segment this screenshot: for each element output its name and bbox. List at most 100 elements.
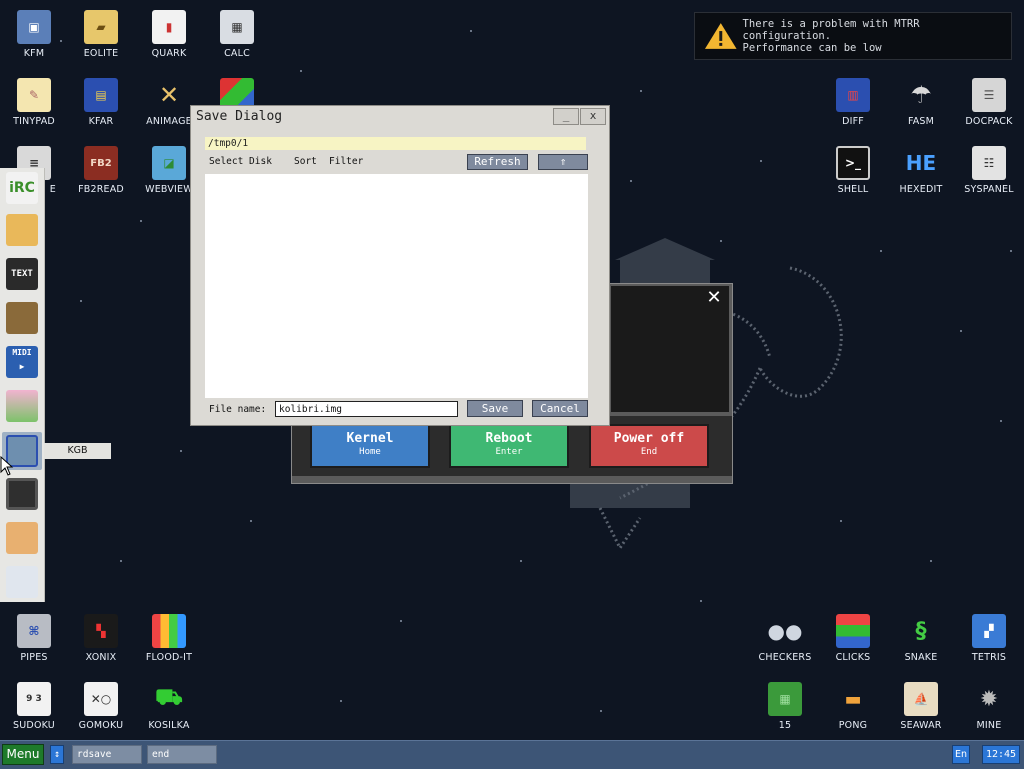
irc-icon[interactable]: iRC <box>6 172 38 204</box>
up-directory-button[interactable]: ⇑ <box>538 154 588 170</box>
close-button[interactable]: x <box>580 108 606 125</box>
desktop-icon-kosilka[interactable]: ⛟ KOSILKA <box>135 682 203 731</box>
desktop-icon-syspanel[interactable]: ☷ SYSPANEL <box>955 146 1023 195</box>
image-icon[interactable] <box>6 390 38 422</box>
flood-icon <box>152 614 186 648</box>
notepad-icon: ✎ <box>17 78 51 112</box>
desktop-icon-diff[interactable]: ▥ DIFF <box>819 78 887 127</box>
desktop-icon-pipes[interactable]: ⌘ PIPES <box>0 614 68 663</box>
diff-icon: ▥ <box>836 78 870 112</box>
mower-icon: ⛟ <box>155 685 183 710</box>
sort-menu[interactable]: Sort <box>294 156 317 167</box>
desktop-icon-kfm[interactable]: ▣ KFM <box>0 10 68 59</box>
menu-button[interactable]: Menu <box>2 744 44 765</box>
notification-line-1: There is a problem with MTRR configurati… <box>742 18 920 42</box>
warning-icon <box>704 23 737 49</box>
filename-label: File name: <box>209 404 267 415</box>
task-end[interactable]: end <box>147 745 217 764</box>
desktop-icon-snake[interactable]: § SNAKE <box>887 614 955 664</box>
pipes-icon: ⌘ <box>17 614 51 648</box>
tetris-icon: ▞ <box>972 614 1006 648</box>
fasm-icon: ☂ <box>910 81 932 109</box>
sudoku-icon: 9 3 <box>17 682 51 716</box>
clicks-icon <box>836 614 870 648</box>
book-icon: FB2 <box>84 146 118 180</box>
shutdown-close-button[interactable]: ✕ <box>704 288 724 308</box>
mine-icon: ✹ <box>979 686 999 712</box>
clock[interactable]: 12:45 <box>982 745 1020 764</box>
desktop-icon-gomoku[interactable]: ✕○ GOMOKU <box>67 682 135 731</box>
desktop-icon-clicks[interactable]: CLICKS <box>819 614 887 663</box>
snake-icon: § <box>915 618 927 644</box>
hex-icon: HE <box>905 151 937 175</box>
folder-icon: ▰ <box>84 10 118 44</box>
path-field[interactable]: /tmp0/1 <box>205 137 586 150</box>
cancel-button[interactable]: Cancel <box>532 400 588 417</box>
task-rdsave[interactable]: rdsave <box>72 745 142 764</box>
cpu-icon[interactable] <box>6 478 38 510</box>
desktop-icon-xonix[interactable]: ▚ XONIX <box>67 614 135 663</box>
kernel-button[interactable]: Kernel Home <box>310 424 430 468</box>
fifteen-icon: ▦ <box>768 682 802 716</box>
reboot-button[interactable]: Reboot Enter <box>449 424 569 468</box>
taskbar: Menu ↕ rdsave end En 12:45 <box>0 740 1024 769</box>
desktop-icon-shell[interactable]: >_ SHELL <box>819 146 887 195</box>
desktop-icon-kfar[interactable]: ▤ KFAR <box>67 78 135 127</box>
seawar-icon: ⛵ <box>904 682 938 716</box>
desktop-icon-mine[interactable]: ✹ MINE <box>955 682 1023 732</box>
terminal-icon: >_ <box>836 146 870 180</box>
minimize-button[interactable]: _ <box>553 108 579 125</box>
file-list[interactable] <box>205 174 588 398</box>
select-disk-menu[interactable]: Select Disk <box>209 156 272 167</box>
save-button[interactable]: Save <box>467 400 523 417</box>
gomoku-icon: ✕○ <box>84 682 118 716</box>
paint-tools-icon: ✕ <box>158 81 180 109</box>
save-dialog-titlebar[interactable]: Save Dialog _ x <box>191 106 609 128</box>
desktop-icon-sudoku[interactable]: 9 3 SUDOKU <box>0 682 68 731</box>
package-icon[interactable] <box>6 214 38 246</box>
calculator-icon: ▦ <box>220 10 254 44</box>
desktop-icon-tetris[interactable]: ▞ TETRIS <box>955 614 1023 663</box>
desktop-icon-fb2read[interactable]: FB2 FB2READ <box>67 146 135 195</box>
floppy-icon: ▣ <box>17 10 51 44</box>
notebook-icon: ▮ <box>152 10 186 44</box>
xonix-icon: ▚ <box>84 614 118 648</box>
dock-tooltip: KGB <box>44 443 111 459</box>
midi-icon[interactable]: MIDI ▶ <box>6 346 38 378</box>
desktop-icon-pong[interactable]: ▬ PONG <box>819 682 887 732</box>
left-dock: iRC TEXT MIDI ▶ <box>0 168 45 602</box>
desktop-icon-flood-it[interactable]: FLOOD-IT <box>135 614 203 663</box>
save-dialog-title: Save Dialog <box>196 109 283 124</box>
desktop-icon-tinypad[interactable]: ✎ TINYPAD <box>0 78 68 127</box>
desktop-icon-hexedit[interactable]: HE HEXEDIT <box>887 146 955 195</box>
save-dialog: Save Dialog _ x /tmp0/1 Select Disk Sort… <box>190 105 610 426</box>
checkers-icon: ●● <box>767 619 803 643</box>
kfar-icon: ▤ <box>84 78 118 112</box>
desktop-icon-quark[interactable]: ▮ QUARK <box>135 10 203 59</box>
swap-arrows-icon[interactable]: ↕ <box>50 745 64 764</box>
mtrr-notification[interactable]: There is a problem with MTRR configurati… <box>694 12 1012 60</box>
settings-icon[interactable] <box>6 566 38 598</box>
volume-icon[interactable] <box>6 522 38 554</box>
filter-menu[interactable]: Filter <box>329 156 363 167</box>
globe-icon: ◪ <box>152 146 186 180</box>
speaker-icon[interactable] <box>6 302 38 334</box>
desktop-icon-calc[interactable]: ▦ CALC <box>203 10 271 59</box>
desktop-icon-docpack[interactable]: ☰ DOCPACK <box>955 78 1023 127</box>
sliders-icon: ☷ <box>972 146 1006 180</box>
cabinet-icon: ☰ <box>972 78 1006 112</box>
filename-input[interactable] <box>275 401 458 417</box>
pong-icon: ▬ <box>844 688 862 710</box>
desktop-icon-seawar[interactable]: ⛵ SEAWAR <box>887 682 955 731</box>
desktop-icon-checkers[interactable]: ●● CHECKERS <box>751 614 819 663</box>
mouse-cursor-icon <box>0 456 14 476</box>
language-indicator[interactable]: En <box>952 745 970 764</box>
refresh-button[interactable]: Refresh <box>467 154 528 170</box>
text-icon[interactable]: TEXT <box>6 258 38 290</box>
power-off-button[interactable]: Power off End <box>589 424 709 468</box>
notification-line-2: Performance can be low <box>742 42 882 54</box>
desktop-icon-fasm[interactable]: ☂ FASM <box>887 78 955 127</box>
notification-text: There is a problem with MTRR configurati… <box>743 18 1011 54</box>
desktop-icon-15[interactable]: ▦ 15 <box>751 682 819 731</box>
desktop-icon-eolite[interactable]: ▰ EOLITE <box>67 10 135 59</box>
